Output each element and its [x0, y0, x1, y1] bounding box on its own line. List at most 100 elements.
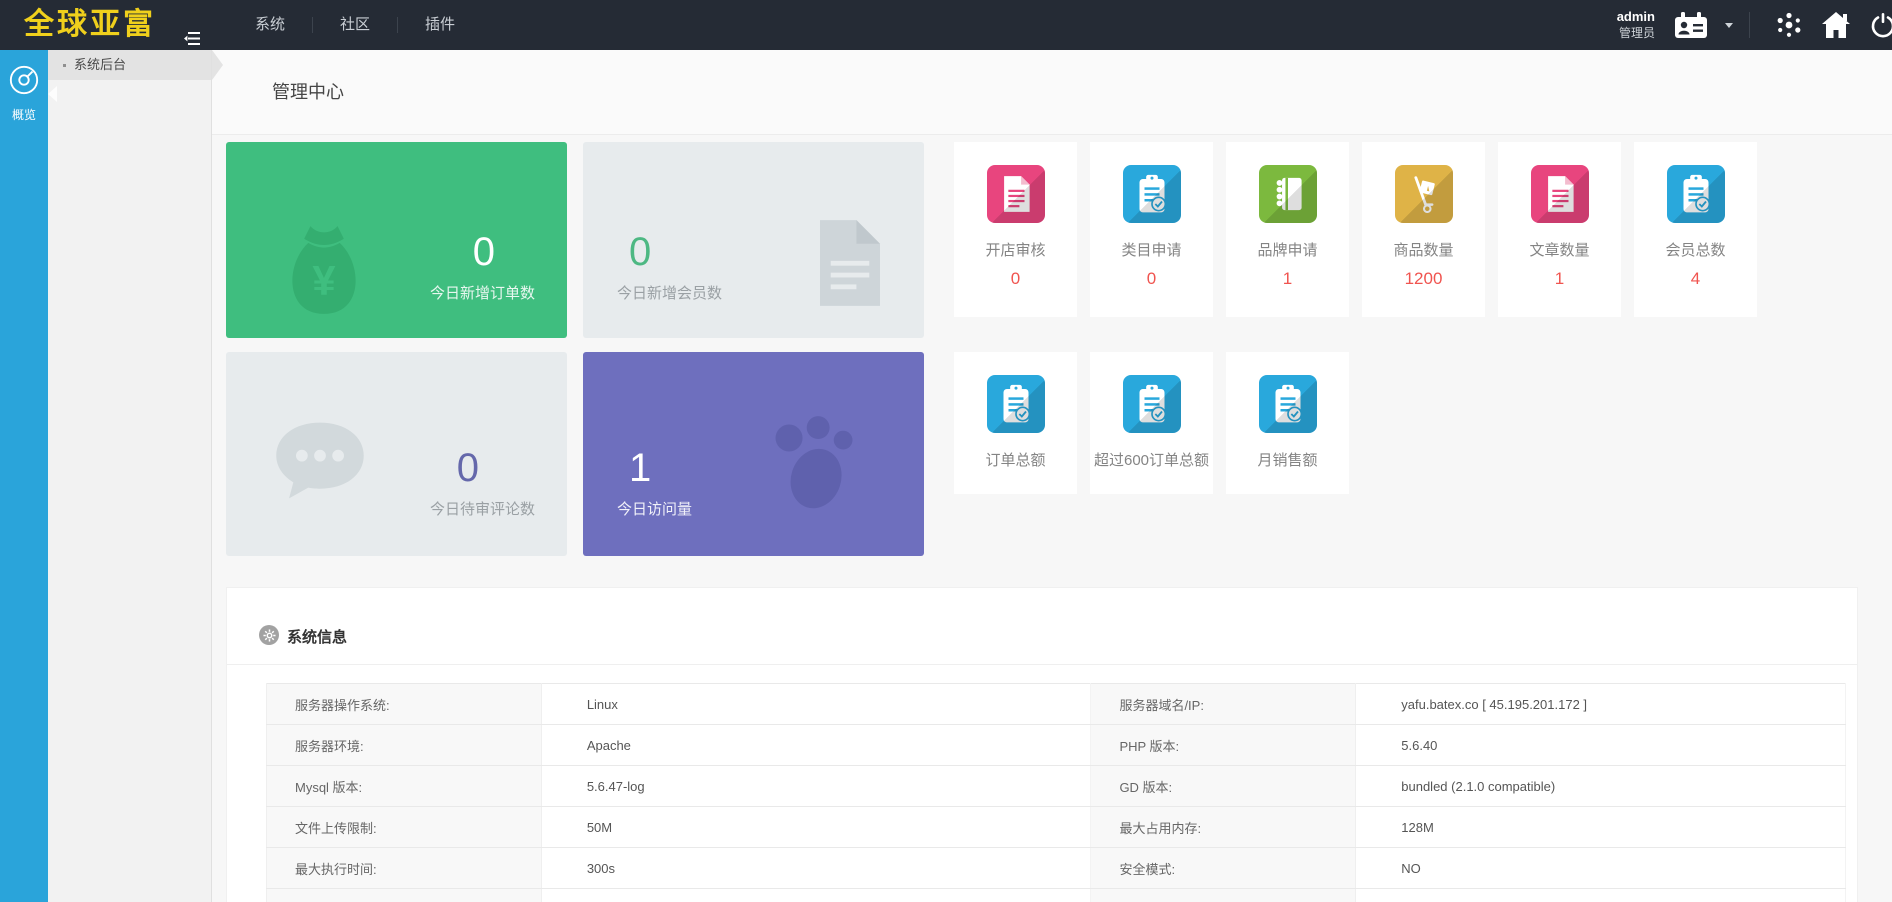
topbar-divider [1749, 12, 1750, 38]
chevron-down-icon[interactable] [1725, 22, 1733, 32]
user-name: admin [1616, 9, 1655, 25]
gauge-icon [9, 65, 39, 95]
quick-tile-order-total-over600[interactable]: 超过600订单总额 [1090, 352, 1213, 494]
stat-card-new-orders: ¥ 0 今日新增订单数 [226, 142, 567, 338]
clipboard-check-icon [1666, 165, 1725, 223]
quick-tile-goods-count[interactable]: 商品数量 1200 [1362, 142, 1485, 317]
quick-tile-brand-apply[interactable]: 品牌申请 1 [1226, 142, 1349, 317]
table-row: 文件上传限制: 50M 最大占用内存: 128M [266, 806, 1846, 848]
share-hub-icon[interactable] [1775, 11, 1803, 39]
sidebar-toggle-icon[interactable] [184, 32, 200, 45]
info-label: 最大占用内存: [1090, 806, 1357, 848]
info-label: GD 版本: [1090, 765, 1357, 807]
quick-tile-monthly-sales[interactable]: 月销售额 [1226, 352, 1349, 494]
sidebar-item-overview[interactable]: 概览 [0, 50, 48, 123]
tile-label: 超过600订单总额 [1093, 452, 1210, 469]
nav-item-community[interactable]: 社区 [313, 0, 397, 50]
info-label: 服务器域名/IP: [1090, 683, 1357, 725]
system-info-header: 系统信息 [227, 588, 1857, 665]
quick-tile-category-apply[interactable]: 类目申请 0 [1090, 142, 1213, 317]
stat-value: 1 [629, 446, 652, 490]
tile-value: 1 [1554, 269, 1565, 288]
topbar: 全球亚富 系统 社区 插件 admin 管理员 [0, 0, 1892, 50]
page-header: 管理中心 [212, 50, 1892, 135]
info-label: 最大执行时间: [266, 847, 542, 889]
stat-card-new-members: 0 今日新增会员数 [583, 142, 924, 338]
info-label: 服务器环境: [266, 724, 542, 766]
quick-tile-order-total[interactable]: 订单总额 [954, 352, 1077, 494]
notebook-icon [1258, 165, 1317, 223]
info-label [1090, 888, 1357, 902]
tile-label: 文章数量 [1529, 242, 1590, 259]
document-icon [1530, 165, 1589, 223]
document-icon [810, 218, 890, 313]
tile-label: 会员总数 [1665, 242, 1726, 259]
tile-label: 类目申请 [1121, 242, 1182, 259]
breadcrumb-label: 系统后台 [74, 57, 127, 72]
panel-title: 系统信息 [287, 629, 348, 646]
topbar-right: admin 管理员 [1617, 0, 1892, 50]
top-nav: 系统 社区 插件 [228, 0, 482, 50]
comment-icon [272, 418, 368, 509]
tile-value: 1200 [1404, 269, 1443, 288]
info-value: 5.6.47-log [541, 765, 1092, 807]
info-label: Mysql 版本: [266, 765, 542, 807]
tile-value: 4 [1690, 269, 1701, 288]
money-bag-icon: ¥ [278, 222, 370, 323]
info-label [266, 888, 542, 902]
id-card-icon[interactable] [1674, 11, 1708, 39]
clipboard-check-icon [1258, 375, 1317, 433]
page-title: 管理中心 [272, 82, 344, 102]
secondary-sidebar: 系统后台 [48, 50, 223, 902]
tile-value: 0 [1146, 269, 1157, 288]
gear-icon [259, 625, 279, 645]
info-label: PHP 版本: [1090, 724, 1357, 766]
stat-label: 今日待审评论数 [429, 501, 535, 518]
sidebar-item-label: 概览 [11, 108, 36, 122]
table-row: 服务器环境: Apache PHP 版本: 5.6.40 [266, 724, 1846, 766]
user-role: 管理员 [1618, 25, 1655, 40]
system-info-table: 服务器操作系统: Linux 服务器域名/IP: yafu.batex.co [… [266, 683, 1846, 902]
info-value [1355, 888, 1846, 902]
tile-label: 商品数量 [1393, 242, 1454, 259]
table-row [266, 888, 1846, 902]
info-value: Apache [541, 724, 1092, 766]
user-meta[interactable]: admin 管理员 [1617, 9, 1655, 40]
stat-value: 0 [472, 230, 495, 274]
info-value: 50M [541, 806, 1092, 848]
breadcrumb-arrow [212, 50, 223, 80]
home-icon[interactable] [1821, 11, 1851, 39]
breadcrumb[interactable]: 系统后台 [48, 50, 223, 80]
table-row: Mysql 版本: 5.6.47-log GD 版本: bundled (2.1… [266, 765, 1846, 807]
main-content: 管理中心 ¥ 0 今日新增订单数 0 今日新增会员数 0 今日待审评论数 1 今… [212, 50, 1892, 902]
quick-tile-member-total[interactable]: 会员总数 4 [1634, 142, 1757, 317]
app-logo[interactable]: 全球亚富 [24, 0, 156, 50]
tile-value: 1 [1282, 269, 1293, 288]
info-label: 安全模式: [1090, 847, 1357, 889]
primary-sidebar: 概览 [0, 50, 48, 902]
power-icon[interactable] [1869, 11, 1892, 39]
clipboard-check-icon [1122, 375, 1181, 433]
nav-item-system[interactable]: 系统 [228, 0, 312, 50]
quick-tile-store-audit[interactable]: 开店审核 0 [954, 142, 1077, 317]
info-value: Linux [541, 683, 1092, 725]
document-icon [986, 165, 1045, 223]
stat-value: 0 [629, 230, 652, 274]
info-value: NO [1355, 847, 1846, 889]
trolley-icon [1394, 165, 1453, 223]
info-label: 文件上传限制: [266, 806, 542, 848]
paw-icon [762, 412, 866, 521]
stat-value: 0 [456, 446, 479, 490]
nav-item-plugins[interactable]: 插件 [398, 0, 482, 50]
info-value: 5.6.40 [1355, 724, 1846, 766]
tile-label: 月销售额 [1257, 452, 1318, 469]
table-row: 服务器操作系统: Linux 服务器域名/IP: yafu.batex.co [… [266, 683, 1846, 725]
tile-label: 开店审核 [985, 242, 1046, 259]
breadcrumb-bullet [63, 64, 66, 67]
tile-label: 订单总额 [985, 452, 1046, 469]
quick-tile-article-count[interactable]: 文章数量 1 [1498, 142, 1621, 317]
svg-text:¥: ¥ [312, 257, 336, 304]
table-row: 最大执行时间: 300s 安全模式: NO [266, 847, 1846, 889]
stat-label: 今日新增订单数 [429, 285, 535, 302]
info-value: bundled (2.1.0 compatible) [1355, 765, 1846, 807]
